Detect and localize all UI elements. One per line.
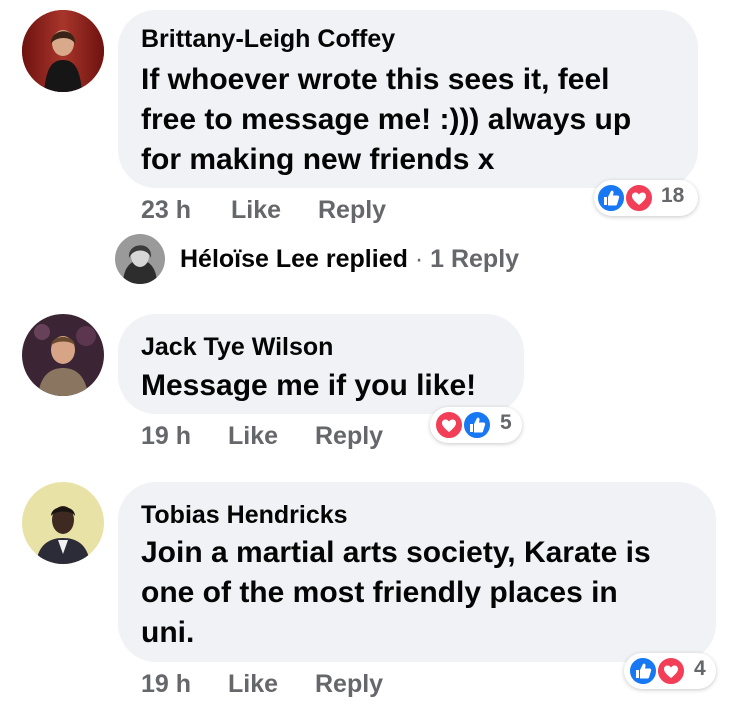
comment-timestamp: 19 h	[141, 670, 192, 698]
like-icon	[462, 410, 492, 440]
comment-text-line: Join a martial arts society, Karate is	[141, 536, 651, 569]
reaction-count: 18	[661, 184, 685, 207]
comment-text-line: for making new friends x	[141, 143, 495, 176]
love-icon	[656, 656, 686, 686]
avatar-jack[interactable]	[22, 314, 104, 396]
comment-author[interactable]: Brittany-Leigh Coffey	[141, 25, 395, 54]
replies-summary[interactable]: Héloïse Lee replied · 1 Reply	[180, 245, 519, 274]
love-icon	[434, 410, 464, 440]
comment-text-line: free to message me! :))) always up	[141, 103, 632, 136]
comment-author[interactable]: Jack Tye Wilson	[141, 333, 333, 362]
separator-dot: ·	[414, 245, 424, 273]
comment-timestamp: 23 h	[141, 196, 192, 224]
like-button[interactable]: Like	[231, 196, 281, 225]
reply-button[interactable]: Reply	[315, 422, 383, 451]
reaction-summary[interactable]: 4	[624, 653, 716, 689]
replier-name[interactable]: Héloïse Lee	[180, 245, 319, 273]
like-icon	[596, 183, 626, 213]
view-replies-link[interactable]: 1 Reply	[430, 245, 519, 273]
like-button[interactable]: Like	[228, 422, 278, 451]
love-icon	[624, 183, 654, 213]
comment-text-line: Message me if you like!	[141, 369, 477, 402]
comment-author[interactable]: Tobias Hendricks	[141, 501, 348, 530]
like-button[interactable]: Like	[228, 670, 278, 699]
avatar-heloise[interactable]	[115, 234, 165, 284]
reply-button[interactable]: Reply	[315, 670, 383, 699]
reaction-count: 4	[694, 657, 706, 680]
reaction-count: 5	[500, 411, 512, 434]
avatar-tobias[interactable]	[22, 482, 104, 564]
reaction-summary[interactable]: 18	[594, 180, 698, 216]
avatar-brittany[interactable]	[22, 10, 104, 92]
comment-timestamp: 19 h	[141, 422, 192, 450]
comment-text-line: If whoever wrote this sees it, feel	[141, 63, 610, 96]
reply-button[interactable]: Reply	[318, 196, 386, 225]
reaction-summary[interactable]: 5	[430, 407, 522, 443]
replied-label: replied	[325, 245, 408, 273]
comment-text-line: one of the most friendly places in	[141, 576, 618, 609]
like-icon	[628, 656, 658, 686]
comment-text-line: uni.	[141, 616, 195, 649]
